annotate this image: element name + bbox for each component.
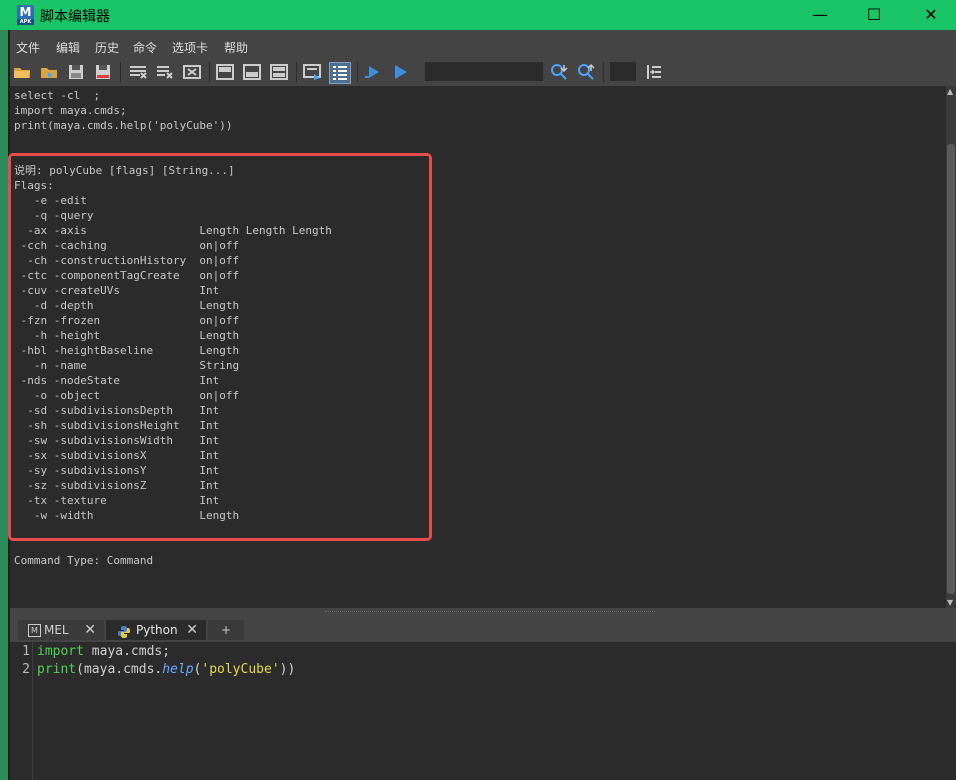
output-line: print(maya.cmds.help('polyCube')) <box>14 119 233 132</box>
splitter-grip[interactable] <box>325 611 655 614</box>
line-number: 1 <box>22 644 30 659</box>
search-input[interactable] <box>425 62 543 81</box>
toolbar-separator <box>296 62 297 82</box>
tab-bar: M MEL ✕ Python ✕ + <box>10 618 956 640</box>
output-line: select -cl ; <box>14 89 101 102</box>
function-token: help <box>162 662 194 677</box>
code-line[interactable]: import maya.cmds; <box>37 643 170 661</box>
echo-commands-icon[interactable] <box>302 62 322 82</box>
keyword-token: import <box>37 644 84 659</box>
goto-line-input[interactable] <box>610 62 636 81</box>
save-to-shelf-icon[interactable] <box>93 62 113 82</box>
clear-history-icon[interactable] <box>128 62 148 82</box>
title-bar: M APK 脚本编辑器 — ☐ ✕ <box>0 0 956 30</box>
tab-mel-label: MEL <box>44 623 69 637</box>
toolbar <box>10 58 956 86</box>
line-number-gutter: 1 2 <box>10 642 33 780</box>
highlight-annotation-box <box>8 153 432 541</box>
menu-bar: 文件 编辑 历史 命令 选项卡 帮助 <box>10 36 956 58</box>
close-tab-icon[interactable]: ✕ <box>186 620 198 640</box>
close-button[interactable]: ✕ <box>906 0 956 30</box>
menu-help[interactable]: 帮助 <box>224 39 248 56</box>
app-icon: M APK <box>17 5 34 25</box>
menu-command[interactable]: 命令 <box>133 39 157 56</box>
show-history-only-icon[interactable] <box>215 62 235 82</box>
code-line[interactable]: print(maya.cmds.help('polyCube')) <box>37 661 295 679</box>
show-both-icon[interactable] <box>269 62 289 82</box>
line-numbers-icon[interactable] <box>329 62 351 84</box>
scroll-up-icon[interactable]: ▲ <box>947 87 953 96</box>
tab-python-label: Python <box>136 623 178 637</box>
code-token: (maya.cmds. <box>76 662 163 677</box>
scrollbar-thumb[interactable] <box>947 144 955 594</box>
toolbar-separator <box>120 62 121 82</box>
close-tab-icon[interactable]: ✕ <box>84 620 96 640</box>
menu-history[interactable]: 历史 <box>95 39 119 56</box>
menu-edit[interactable]: 编辑 <box>56 39 80 56</box>
line-number: 2 <box>22 662 30 677</box>
toolbar-separator <box>209 62 210 82</box>
code-token: )) <box>279 662 296 677</box>
menu-file[interactable]: 文件 <box>16 39 40 56</box>
clear-input-icon[interactable] <box>155 62 175 82</box>
string-token: 'polyCube' <box>201 662 280 677</box>
execute-selected-icon[interactable] <box>363 62 383 82</box>
source-script-icon[interactable] <box>39 62 59 82</box>
add-tab-button[interactable]: + <box>208 620 244 640</box>
left-edge-strip <box>0 30 8 780</box>
minimize-button[interactable]: — <box>795 0 845 30</box>
show-input-only-icon[interactable] <box>242 62 262 82</box>
output-line: import maya.cmds; <box>14 104 127 117</box>
save-script-icon[interactable] <box>66 62 86 82</box>
window-title: 脚本编辑器 <box>40 9 110 25</box>
mel-icon: M <box>28 624 41 637</box>
tab-mel[interactable]: M MEL ✕ <box>18 620 104 640</box>
script-input-editor[interactable]: 1 2 import maya.cmds; print(maya.cmds.he… <box>10 642 956 780</box>
python-icon <box>118 624 130 644</box>
open-script-icon[interactable] <box>12 62 32 82</box>
clear-all-icon[interactable] <box>182 62 202 82</box>
output-line: Command Type: Command <box>14 554 154 567</box>
output-scrollbar[interactable]: ▲ ▼ <box>946 86 956 608</box>
goto-line-icon[interactable] <box>644 62 664 82</box>
code-token: maya.cmds; <box>83 644 171 659</box>
toolbar-separator <box>603 62 604 82</box>
maximize-button[interactable]: ☐ <box>849 0 899 30</box>
scroll-down-icon[interactable]: ▼ <box>947 598 953 607</box>
menu-tabs[interactable]: 选项卡 <box>172 39 208 56</box>
toolbar-separator <box>357 62 358 82</box>
tab-python[interactable]: Python ✕ <box>106 620 206 640</box>
pane-splitter[interactable] <box>10 608 956 618</box>
keyword-token: print <box>37 662 77 677</box>
execute-all-icon[interactable] <box>390 62 410 82</box>
search-down-icon[interactable] <box>549 62 569 82</box>
search-up-icon[interactable] <box>576 62 596 82</box>
